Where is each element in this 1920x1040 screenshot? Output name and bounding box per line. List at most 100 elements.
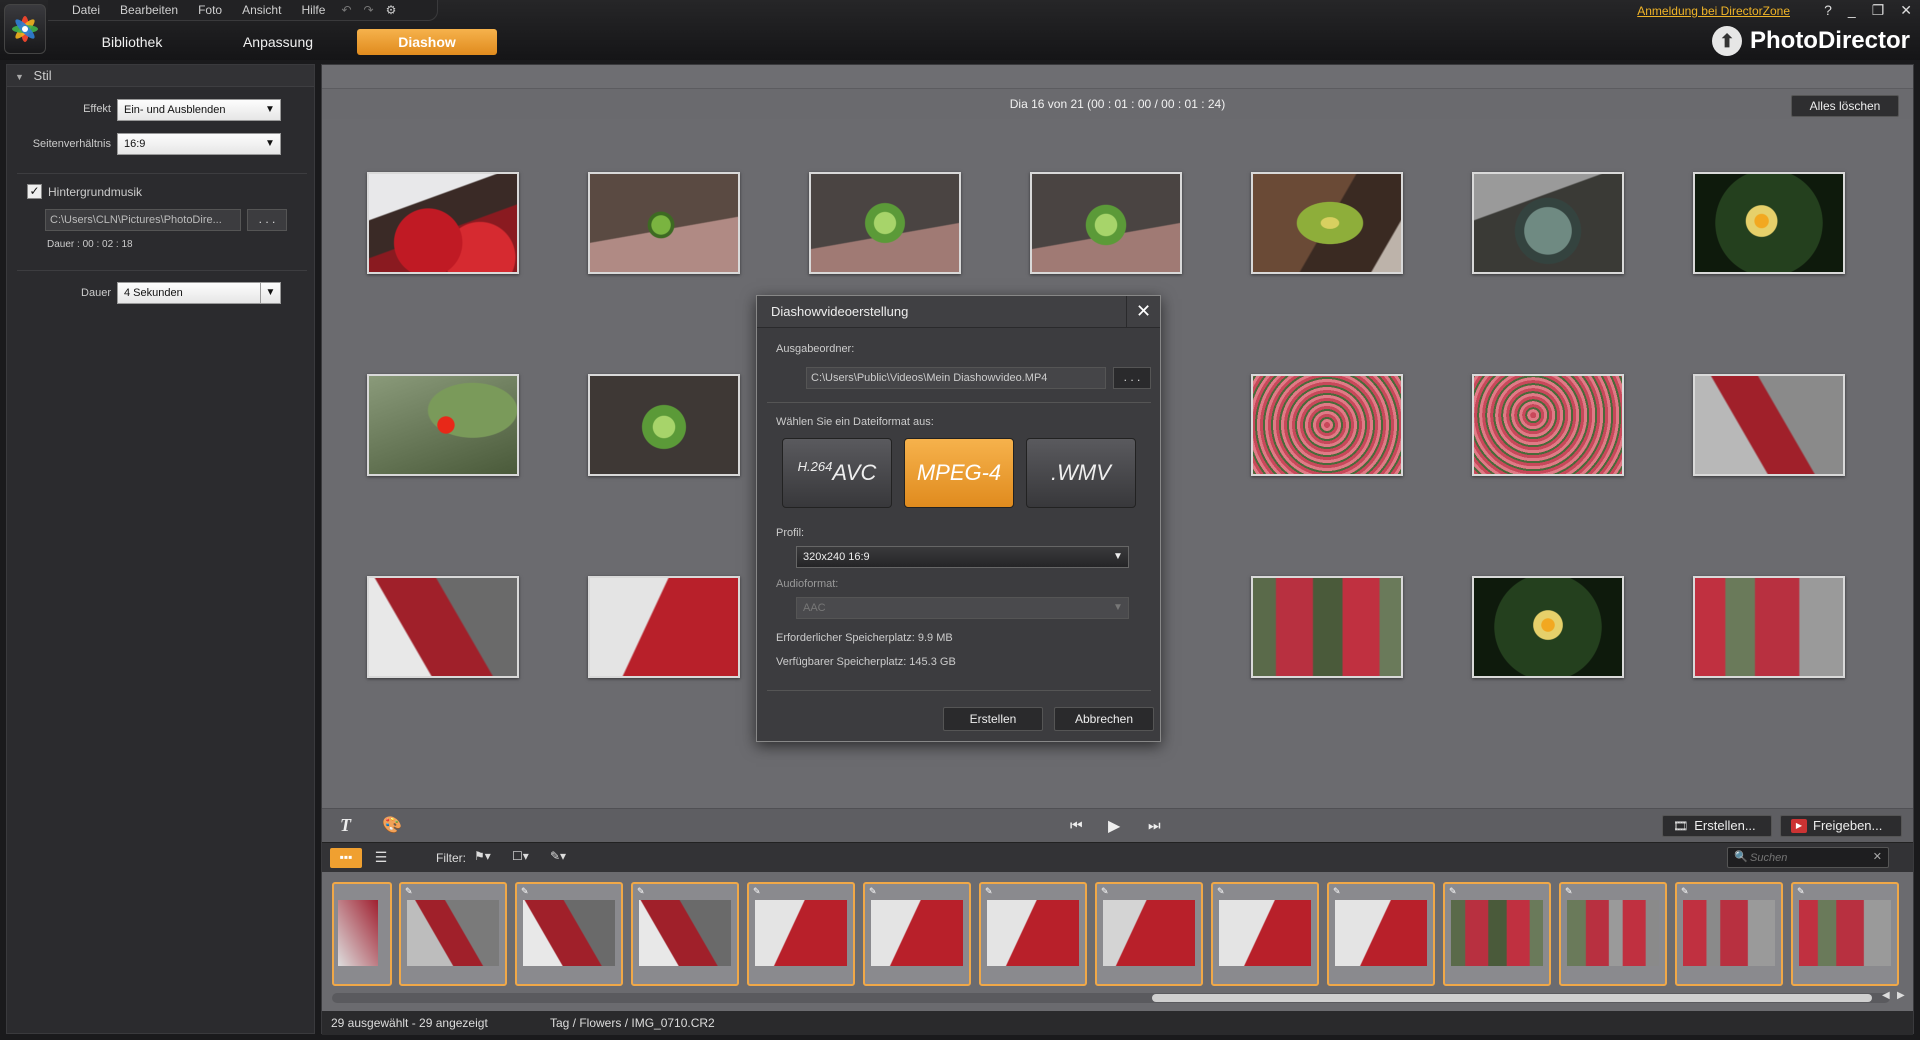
film-thumbnail[interactable]: ✎ xyxy=(631,882,739,986)
output-browse-button[interactable]: . . . xyxy=(1113,367,1151,389)
list-view-icon[interactable]: ☰ xyxy=(366,848,396,868)
film-thumbnail[interactable]: ✎ xyxy=(1675,882,1783,986)
required-space: Erforderlicher Speicherplatz: 9.9 MB xyxy=(776,632,953,644)
color-label-filter-icon[interactable]: ☐▾ xyxy=(512,849,529,863)
close-window-button[interactable]: ✕ xyxy=(1900,2,1912,19)
add-text-icon[interactable]: T xyxy=(340,815,351,836)
style-section-header[interactable]: ▼ Stil xyxy=(7,65,314,87)
menu-photo[interactable]: Foto xyxy=(190,3,230,17)
slide-thumbnail[interactable] xyxy=(1693,374,1845,476)
film-thumbnail[interactable]: ✎ xyxy=(399,882,507,986)
slide-thumbnail[interactable] xyxy=(1693,172,1845,274)
slide-thumbnail[interactable] xyxy=(1251,374,1403,476)
pin-icon: ✎ xyxy=(869,886,877,896)
cancel-button[interactable]: Abbrechen xyxy=(1054,707,1154,731)
slide-thumbnail[interactable] xyxy=(1472,576,1624,678)
slide-thumbnail[interactable] xyxy=(1251,576,1403,678)
film-thumbnail[interactable]: ✎ xyxy=(515,882,623,986)
film-thumbnail[interactable]: ✎ xyxy=(747,882,855,986)
format-avc-button[interactable]: H.264 AVC xyxy=(782,438,892,508)
filmstrip-scrollbar[interactable] xyxy=(332,993,1890,1003)
music-path-field[interactable]: C:\Users\CLN\Pictures\PhotoDire... xyxy=(45,209,241,231)
skip-forward-icon[interactable]: ⏭ xyxy=(1148,817,1161,834)
youtube-icon: ▶ xyxy=(1791,819,1807,833)
play-icon[interactable]: ▶ xyxy=(1108,816,1120,836)
film-thumbnail[interactable]: ✎ xyxy=(1559,882,1667,986)
profile-value: 320x240 16:9 xyxy=(803,551,870,563)
tab-adjust[interactable]: Anpassung xyxy=(208,29,348,55)
pin-icon: ✎ xyxy=(637,886,645,896)
style-panel: ▼ Stil Effekt Ein- und Ausblenden ▼ Seit… xyxy=(6,64,315,1034)
scroll-left-icon[interactable]: ◀ xyxy=(1882,990,1890,1001)
format-mpeg4-button[interactable]: MPEG-4 xyxy=(904,438,1014,508)
effect-dropdown[interactable]: Ein- und Ausblenden ▼ xyxy=(117,99,281,121)
scroll-right-icon[interactable]: ▶ xyxy=(1897,990,1905,1001)
filter-label: Filter: xyxy=(436,851,466,865)
redo-icon[interactable]: ↷ xyxy=(360,3,378,17)
format-avc-small: H.264 xyxy=(797,458,833,474)
menu-help[interactable]: Hilfe xyxy=(293,3,333,17)
menu-view[interactable]: Ansicht xyxy=(234,3,289,17)
clear-all-button[interactable]: Alles löschen xyxy=(1791,95,1899,117)
slide-thumbnail[interactable] xyxy=(1472,172,1624,274)
clear-search-icon[interactable]: ✕ xyxy=(1873,850,1882,863)
slide-thumbnail[interactable] xyxy=(367,374,519,476)
background-music-checkbox[interactable]: ✓ xyxy=(27,184,42,199)
directorzone-login-link[interactable]: Anmeldung bei DirectorZone xyxy=(1637,4,1790,18)
format-wmv-button[interactable]: .WMV xyxy=(1026,438,1136,508)
dialog-close-icon[interactable]: ✕ xyxy=(1126,296,1160,328)
app-logo-icon xyxy=(4,4,46,54)
slide-thumbnail[interactable] xyxy=(1472,374,1624,476)
menu-file[interactable]: Datei xyxy=(64,3,108,17)
aspect-ratio-dropdown[interactable]: 16:9 ▼ xyxy=(117,133,281,155)
slide-thumbnail[interactable] xyxy=(588,172,740,274)
film-thumbnail[interactable]: ✎ xyxy=(979,882,1087,986)
slide-thumbnail[interactable] xyxy=(588,374,740,476)
create-video-button[interactable]: Erstellen xyxy=(943,707,1043,731)
menu-edit[interactable]: Bearbeiten xyxy=(112,3,186,17)
restore-button[interactable]: ❐ xyxy=(1872,2,1885,19)
create-button[interactable]: 🎞 Erstellen... xyxy=(1662,815,1772,837)
scrollbar-thumb[interactable] xyxy=(1152,994,1872,1002)
effect-value: Ein- und Ausblenden xyxy=(124,104,226,116)
settings-gear-icon[interactable]: ⚙ xyxy=(382,3,401,17)
profile-dropdown[interactable]: 320x240 16:9 ▼ xyxy=(796,546,1129,568)
pin-icon: ✎ xyxy=(1565,886,1573,896)
film-thumbnail[interactable] xyxy=(332,882,392,986)
audio-format-value: AAC xyxy=(803,602,826,614)
duration-dropdown[interactable]: 4 Sekunden ▼ xyxy=(117,282,281,304)
flag-filter-icon[interactable]: ⚑▾ xyxy=(474,849,491,863)
slide-thumbnail[interactable] xyxy=(588,576,740,678)
search-box[interactable]: 🔍 ✕ xyxy=(1727,847,1889,868)
grid-view-icon[interactable]: ▪▪▪ xyxy=(330,848,362,868)
slide-thumbnail[interactable] xyxy=(1251,172,1403,274)
film-thumbnail[interactable]: ✎ xyxy=(1791,882,1899,986)
music-browse-button[interactable]: . . . xyxy=(247,209,287,231)
help-button[interactable]: ? xyxy=(1824,2,1832,19)
output-path-field[interactable]: C:\Users\Public\Videos\Mein Diashowvideo… xyxy=(806,367,1106,389)
film-thumbnail[interactable]: ✎ xyxy=(863,882,971,986)
minimize-button[interactable]: _ xyxy=(1848,2,1856,19)
film-thumbnail[interactable]: ✎ xyxy=(1211,882,1319,986)
edit-filter-icon[interactable]: ✎▾ xyxy=(550,849,566,863)
share-button[interactable]: ▶ Freigeben... xyxy=(1780,815,1902,837)
skip-back-icon[interactable]: ⏮ xyxy=(1070,817,1083,834)
slide-thumbnail[interactable] xyxy=(367,172,519,274)
film-thumbnail[interactable]: ✎ xyxy=(1095,882,1203,986)
film-thumbnail[interactable]: ✎ xyxy=(1443,882,1551,986)
top-strip xyxy=(322,65,1913,89)
film-thumbnail[interactable]: ✎ xyxy=(1327,882,1435,986)
palette-icon[interactable]: 🎨 xyxy=(382,815,402,835)
search-input[interactable] xyxy=(1750,850,1860,865)
slide-thumbnail[interactable] xyxy=(367,576,519,678)
pin-icon: ✎ xyxy=(1797,886,1805,896)
slide-thumbnail[interactable] xyxy=(1693,576,1845,678)
slide-thumbnail[interactable] xyxy=(1030,172,1182,274)
effect-label: Effekt xyxy=(83,103,111,115)
tab-library[interactable]: Bibliothek xyxy=(62,29,202,55)
tab-slideshow[interactable]: Diashow xyxy=(357,29,497,55)
filmstrip: ✎ ✎ ✎ ✎ ✎ ✎ ✎ ✎ ✎ ✎ ✎ ✎ ✎ xyxy=(322,872,1913,989)
undo-icon[interactable]: ↶ xyxy=(337,3,355,17)
slide-thumbnail[interactable] xyxy=(809,172,961,274)
aspect-ratio-label: Seitenverhältnis xyxy=(32,138,111,150)
